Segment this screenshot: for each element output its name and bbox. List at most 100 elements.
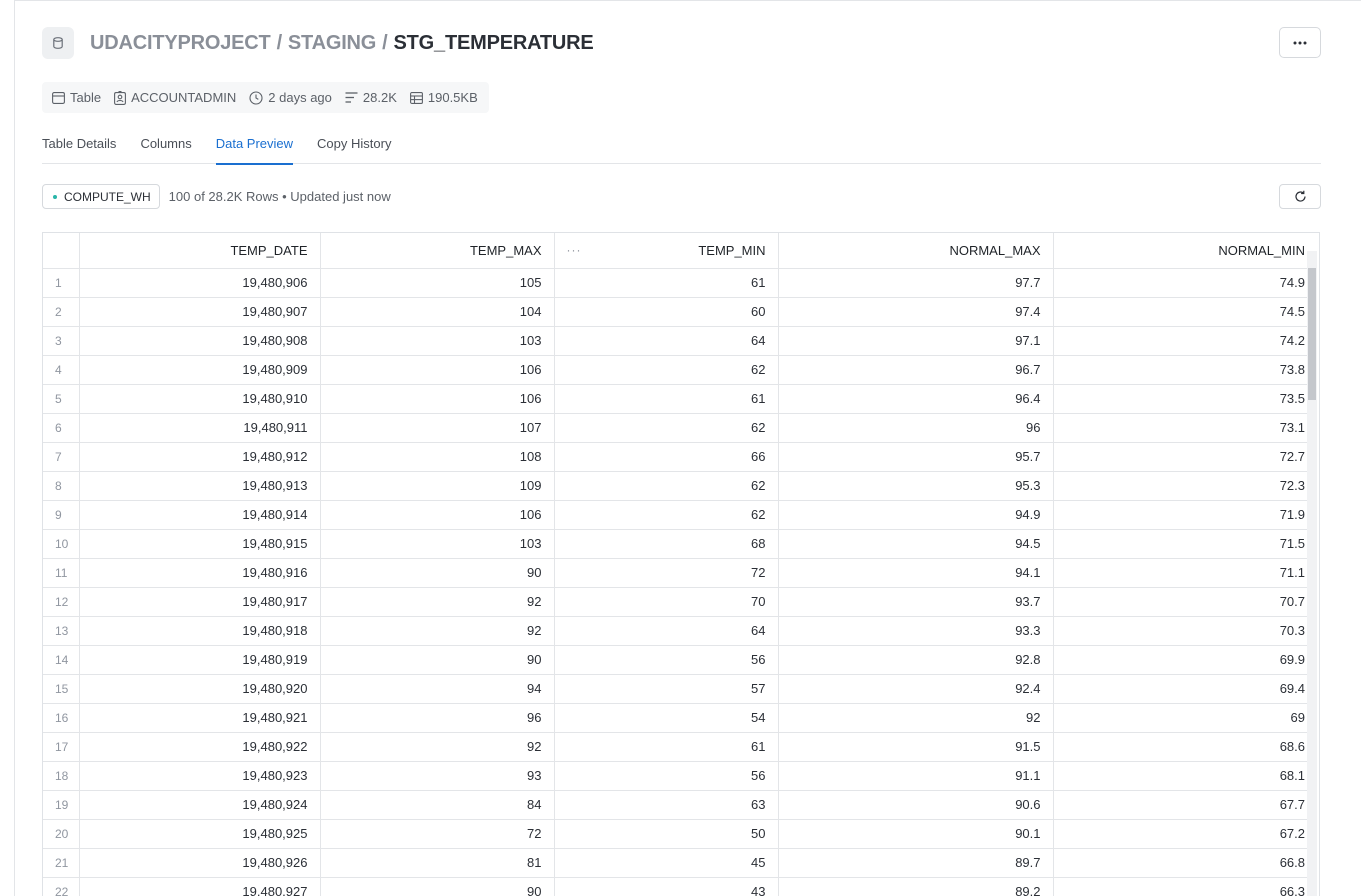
temp-min-cell[interactable]: 45 (554, 848, 779, 878)
table-row[interactable]: 5 19,480,910 106 61 96.4 73.5 (43, 384, 1317, 414)
table-row[interactable]: 1 19,480,906 105 61 97.7 74.9 (43, 268, 1317, 298)
normal-max-cell[interactable]: 96.7 (778, 355, 1054, 385)
temp-max-cell[interactable]: 107 (320, 413, 555, 443)
temp-max-cell[interactable]: 93 (320, 761, 555, 791)
normal-max-cell[interactable]: 91.1 (778, 761, 1054, 791)
normal-min-cell[interactable]: 72.7 (1053, 442, 1317, 472)
breadcrumb-database[interactable]: UDACITYPROJECT (90, 32, 271, 55)
normal-min-cell[interactable]: 73.8 (1053, 355, 1317, 385)
column-header-normal-max[interactable]: NORMAL_MAX (778, 233, 1054, 269)
normal-min-cell[interactable]: 74.5 (1053, 297, 1317, 327)
table-row[interactable]: 19 19,480,924 84 63 90.6 67.7 (43, 790, 1317, 820)
normal-max-cell[interactable]: 90.6 (778, 790, 1054, 820)
temp-min-cell[interactable]: 54 (554, 703, 779, 733)
temp-max-cell[interactable]: 106 (320, 355, 555, 385)
temp-min-cell[interactable]: 62 (554, 355, 779, 385)
column-header-temp-date[interactable]: TEMP_DATE (79, 233, 321, 269)
temp-max-cell[interactable]: 92 (320, 616, 555, 646)
temp-min-cell[interactable]: 50 (554, 819, 779, 849)
temp-date-cell[interactable]: 19,480,908 (79, 326, 321, 356)
table-row[interactable]: 7 19,480,912 108 66 95.7 72.7 (43, 442, 1317, 472)
normal-max-cell[interactable]: 95.3 (778, 471, 1054, 501)
temp-min-cell[interactable]: 64 (554, 326, 779, 356)
temp-min-cell[interactable]: 61 (554, 268, 779, 298)
refresh-button[interactable] (1279, 184, 1321, 209)
temp-min-cell[interactable]: 62 (554, 471, 779, 501)
temp-date-cell[interactable]: 19,480,922 (79, 732, 321, 762)
temp-min-cell[interactable]: 57 (554, 674, 779, 704)
table-row[interactable]: 17 19,480,922 92 61 91.5 68.6 (43, 732, 1317, 762)
normal-min-cell[interactable]: 74.2 (1053, 326, 1317, 356)
normal-min-cell[interactable]: 66.3 (1053, 877, 1317, 896)
normal-min-cell[interactable]: 71.9 (1053, 500, 1317, 530)
normal-min-cell[interactable]: 68.6 (1053, 732, 1317, 762)
temp-min-cell[interactable]: 56 (554, 645, 779, 675)
temp-min-cell[interactable]: 62 (554, 413, 779, 443)
table-row[interactable]: 22 19,480,927 90 43 89.2 66.3 (43, 877, 1317, 896)
temp-date-cell[interactable]: 19,480,925 (79, 819, 321, 849)
table-row[interactable]: 11 19,480,916 90 72 94.1 71.1 (43, 558, 1317, 588)
normal-max-cell[interactable]: 97.4 (778, 297, 1054, 327)
temp-max-cell[interactable]: 84 (320, 790, 555, 820)
table-row[interactable]: 2 19,480,907 104 60 97.4 74.5 (43, 297, 1317, 327)
normal-min-cell[interactable]: 67.7 (1053, 790, 1317, 820)
scrollbar-thumb[interactable] (1308, 268, 1316, 400)
table-row[interactable]: 9 19,480,914 106 62 94.9 71.9 (43, 500, 1317, 530)
temp-min-cell[interactable]: 43 (554, 877, 779, 896)
normal-min-cell[interactable]: 67.2 (1053, 819, 1317, 849)
temp-date-cell[interactable]: 19,480,916 (79, 558, 321, 588)
normal-max-cell[interactable]: 96.4 (778, 384, 1054, 414)
tab-copy-history[interactable]: Copy History (317, 130, 391, 164)
normal-max-cell[interactable]: 93.7 (778, 587, 1054, 617)
vertical-scrollbar[interactable] (1307, 251, 1317, 896)
column-header-normal-min[interactable]: NORMAL_MIN (1053, 233, 1317, 269)
normal-max-cell[interactable]: 96 (778, 413, 1054, 443)
tab-data-preview[interactable]: Data Preview (215, 130, 294, 165)
temp-min-cell[interactable]: 66 (554, 442, 779, 472)
tab-table-details[interactable]: Table Details (42, 130, 116, 164)
temp-max-cell[interactable]: 109 (320, 471, 555, 501)
normal-min-cell[interactable]: 69 (1053, 703, 1317, 733)
table-row[interactable]: 4 19,480,909 106 62 96.7 73.8 (43, 355, 1317, 385)
normal-min-cell[interactable]: 69.9 (1053, 645, 1317, 675)
temp-max-cell[interactable]: 106 (320, 384, 555, 414)
normal-min-cell[interactable]: 73.5 (1053, 384, 1317, 414)
temp-min-cell[interactable]: 64 (554, 616, 779, 646)
normal-max-cell[interactable]: 94.1 (778, 558, 1054, 588)
normal-max-cell[interactable]: 91.5 (778, 732, 1054, 762)
temp-date-cell[interactable]: 19,480,914 (79, 500, 321, 530)
normal-min-cell[interactable]: 68.1 (1053, 761, 1317, 791)
normal-max-cell[interactable]: 97.1 (778, 326, 1054, 356)
normal-max-cell[interactable]: 94.9 (778, 500, 1054, 530)
table-row[interactable]: 10 19,480,915 103 68 94.5 71.5 (43, 529, 1317, 559)
temp-min-cell[interactable]: 61 (554, 384, 779, 414)
temp-date-cell[interactable]: 19,480,913 (79, 471, 321, 501)
table-row[interactable]: 16 19,480,921 96 54 92 69 (43, 703, 1317, 733)
temp-min-cell[interactable]: 70 (554, 587, 779, 617)
more-actions-button[interactable] (1279, 27, 1321, 58)
temp-date-cell[interactable]: 19,480,912 (79, 442, 321, 472)
temp-max-cell[interactable]: 92 (320, 587, 555, 617)
temp-max-cell[interactable]: 90 (320, 877, 555, 896)
temp-date-cell[interactable]: 19,480,923 (79, 761, 321, 791)
temp-min-cell[interactable]: 68 (554, 529, 779, 559)
temp-max-cell[interactable]: 90 (320, 558, 555, 588)
temp-date-cell[interactable]: 19,480,924 (79, 790, 321, 820)
normal-max-cell[interactable]: 92.8 (778, 645, 1054, 675)
table-row[interactable]: 3 19,480,908 103 64 97.1 74.2 (43, 326, 1317, 356)
temp-max-cell[interactable]: 108 (320, 442, 555, 472)
table-row[interactable]: 6 19,480,911 107 62 96 73.1 (43, 413, 1317, 443)
normal-max-cell[interactable]: 97.7 (778, 268, 1054, 298)
temp-date-cell[interactable]: 19,480,915 (79, 529, 321, 559)
temp-min-cell[interactable]: 62 (554, 500, 779, 530)
normal-max-cell[interactable]: 94.5 (778, 529, 1054, 559)
column-menu-icon[interactable]: ··· (567, 243, 582, 257)
tab-columns[interactable]: Columns (140, 130, 191, 164)
table-row[interactable]: 18 19,480,923 93 56 91.1 68.1 (43, 761, 1317, 791)
normal-min-cell[interactable]: 66.8 (1053, 848, 1317, 878)
temp-min-cell[interactable]: 60 (554, 297, 779, 327)
temp-max-cell[interactable]: 72 (320, 819, 555, 849)
temp-date-cell[interactable]: 19,480,906 (79, 268, 321, 298)
breadcrumb-schema[interactable]: STAGING (288, 32, 376, 55)
temp-max-cell[interactable]: 92 (320, 732, 555, 762)
